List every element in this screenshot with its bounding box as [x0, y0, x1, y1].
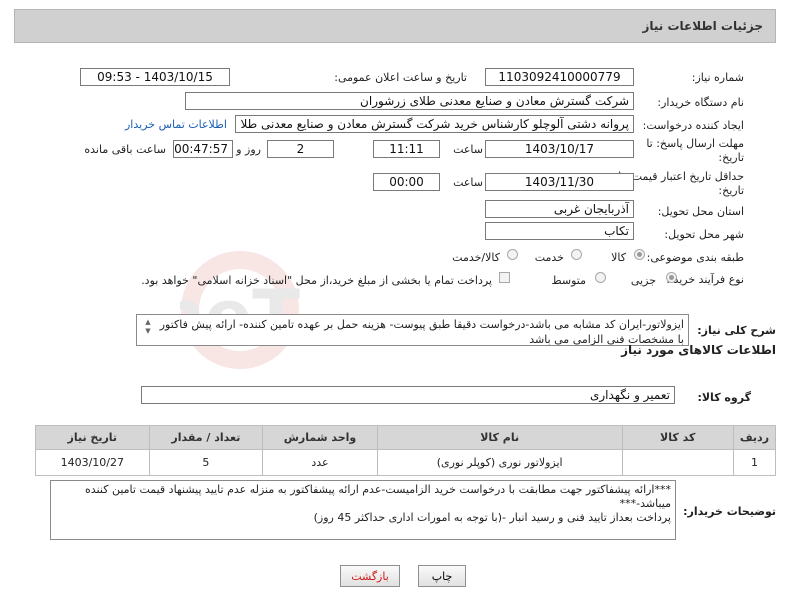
creator-field: پروانه دشتی آلوچلو کارشناس خرید شرکت گست…	[235, 115, 634, 133]
deadline-label: مهلت ارسال پاسخ: تا	[646, 137, 744, 150]
validity-date-label: تاریخ:	[718, 184, 744, 197]
cell-need-date: 1403/10/27	[35, 449, 150, 476]
scroll-down-icon[interactable]: ▼	[143, 327, 153, 336]
validity-time-label: ساعت	[453, 176, 483, 189]
table-row: 1 ایزولاتور نوری (کوپلر نوری) عدد 5 1403…	[35, 449, 777, 476]
col-unit-header: واحد شمارش	[262, 425, 378, 450]
category-goods-service-label: کالا/خدمت	[452, 251, 500, 264]
deadline-date-label: تاریخ:	[718, 151, 744, 164]
deadline-date-field: 1403/10/17	[485, 140, 634, 158]
city-field: تکاب	[485, 222, 634, 240]
scroll-up-icon[interactable]: ▲	[143, 318, 153, 327]
validity-date-field: 1403/11/30	[485, 173, 634, 191]
buyer-notes-line-2: پرداخت بعداز تایید فنی و رسید انبار -(با…	[313, 511, 671, 524]
goods-group-label: گروه کالا:	[697, 391, 751, 404]
deadline-time-field: 11:11	[373, 140, 440, 158]
col-code-header: کد کالا	[621, 425, 734, 450]
category-goods-label: کالا	[611, 251, 626, 264]
process-medium-radio[interactable]	[595, 272, 606, 283]
days-label: روز و	[236, 143, 261, 156]
table-header-row: ردیف کد کالا نام کالا واحد شمارش تعداد /…	[35, 425, 777, 450]
goods-section-title: اطلاعات کالاهای مورد نیاز	[621, 343, 776, 357]
category-label: طبقه بندی موضوعی:	[646, 251, 744, 264]
city-label: شهر محل تحویل:	[664, 228, 744, 241]
col-row-header: ردیف	[732, 425, 777, 450]
cell-row: 1	[732, 449, 777, 476]
goods-group-field: تعمیر و نگهداری	[141, 386, 675, 404]
buyer-org-field: شرکت گسترش معادن و صنایع معدنی طلای زرشو…	[185, 92, 634, 110]
col-quantity-header: تعداد / مقدار	[148, 425, 264, 450]
col-name-header: نام کالا	[376, 425, 623, 450]
cell-unit: عدد	[262, 449, 378, 476]
buyer-notes-textarea: ***ارائه پیشفاکتور جهت مطابقت با درخواست…	[50, 480, 676, 540]
buyer-contact-link[interactable]: اطلاعات تماس خریدار	[125, 118, 227, 131]
category-service-radio[interactable]	[571, 249, 582, 260]
description-textarea: ایزولاتور-ایران کد مشابه می باشد-درخواست…	[136, 314, 689, 346]
creator-label: ایجاد کننده درخواست:	[642, 119, 744, 132]
announce-date-field: 1403/10/15 - 09:53	[80, 68, 230, 86]
category-service-label: خدمت	[534, 251, 564, 264]
col-need-date-header: تاریخ نیاز	[35, 425, 150, 450]
need-number-label: شماره نیاز:	[691, 71, 744, 84]
days-remaining-field: 2	[267, 140, 334, 158]
cell-code	[621, 449, 734, 476]
process-minor-radio[interactable]	[666, 272, 677, 283]
description-scrollbar[interactable]: ▲ ▼	[143, 318, 153, 342]
validity-time-field: 00:00	[373, 173, 440, 191]
buyer-notes-line-1: ***ارائه پیشفاکتور جهت مطابقت با درخواست…	[85, 483, 671, 510]
need-number-field: 1103092410000779	[485, 68, 634, 86]
description-label: شرح کلی نیاز:	[697, 324, 776, 337]
deadline-time-label: ساعت	[453, 143, 483, 156]
print-button[interactable]: چاپ	[418, 565, 466, 587]
announce-date-label: تاریخ و ساعت اعلان عمومی:	[334, 71, 467, 84]
process-medium-label: متوسط	[551, 274, 586, 287]
province-field: آذربایجان غربی	[485, 200, 634, 218]
back-button[interactable]: بازگشت	[340, 565, 400, 587]
description-text: ایزولاتور-ایران کد مشابه می باشد-درخواست…	[159, 318, 684, 346]
category-goods-radio[interactable]	[634, 249, 645, 260]
buyer-org-label: نام دستگاه خریدار:	[657, 96, 744, 109]
treasury-payment-note: پرداخت تمام یا بخشی از مبلغ خرید،از محل …	[141, 274, 492, 287]
category-goods-service-radio[interactable]	[507, 249, 518, 260]
header-bar: جزئیات اطلاعات نیاز	[14, 9, 776, 43]
process-label: نوع فرآیند خرید :	[666, 273, 744, 286]
province-label: استان محل تحویل:	[657, 205, 744, 218]
cell-name: ایزولاتور نوری (کوپلر نوری)	[376, 449, 623, 476]
treasury-payment-checkbox[interactable]	[499, 272, 510, 283]
remaining-time-field: 00:47:57	[173, 140, 233, 158]
cell-quantity: 5	[148, 449, 264, 476]
goods-table: ردیف کد کالا نام کالا واحد شمارش تعداد /…	[35, 425, 777, 476]
need-details-page: AriaTender.neT جزئیات اطلاعات نیاز شماره…	[0, 0, 789, 598]
remaining-label: ساعت باقی مانده	[84, 143, 166, 156]
process-minor-label: جزیی	[630, 274, 656, 287]
buyer-notes-label: توضیحات خریدار:	[683, 505, 776, 518]
validity-label: حداقل تاریخ اعتبار قیمت: تا	[618, 170, 744, 183]
page-title: جزئیات اطلاعات نیاز	[642, 19, 763, 33]
